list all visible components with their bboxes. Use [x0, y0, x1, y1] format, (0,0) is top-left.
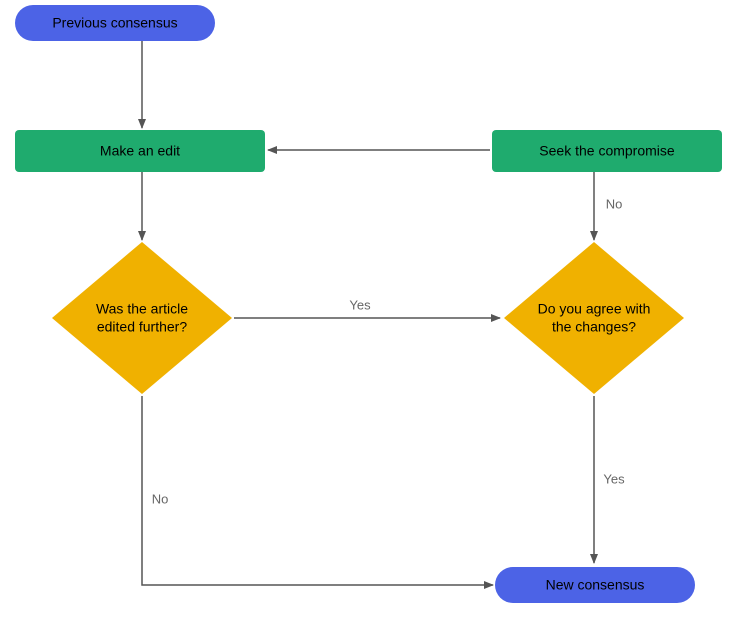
node-seek-compromise-label: Seek the compromise	[539, 143, 675, 159]
node-previous-consensus-label: Previous consensus	[52, 15, 177, 31]
node-edited-further: Was the article edited further?	[52, 242, 232, 394]
label-agree-no: No	[606, 196, 623, 211]
node-make-edit-label: Make an edit	[100, 143, 180, 159]
label-agree-yes: Yes	[603, 471, 625, 486]
node-new-consensus-label: New consensus	[546, 577, 645, 593]
edge-edited-to-newconsensus	[142, 396, 493, 585]
node-agree-changes-label-l1: Do you agree with	[538, 301, 651, 317]
node-new-consensus: New consensus	[495, 567, 695, 603]
node-previous-consensus: Previous consensus	[15, 5, 215, 41]
node-edited-further-label-l2: edited further?	[97, 319, 187, 335]
node-agree-changes-label-l2: the changes?	[552, 319, 636, 335]
label-edited-yes: Yes	[349, 297, 371, 312]
node-make-edit: Make an edit	[15, 130, 265, 172]
node-agree-changes: Do you agree with the changes?	[504, 242, 684, 394]
label-edited-no: No	[152, 491, 169, 506]
node-edited-further-label-l1: Was the article	[96, 301, 188, 317]
node-seek-compromise: Seek the compromise	[492, 130, 722, 172]
